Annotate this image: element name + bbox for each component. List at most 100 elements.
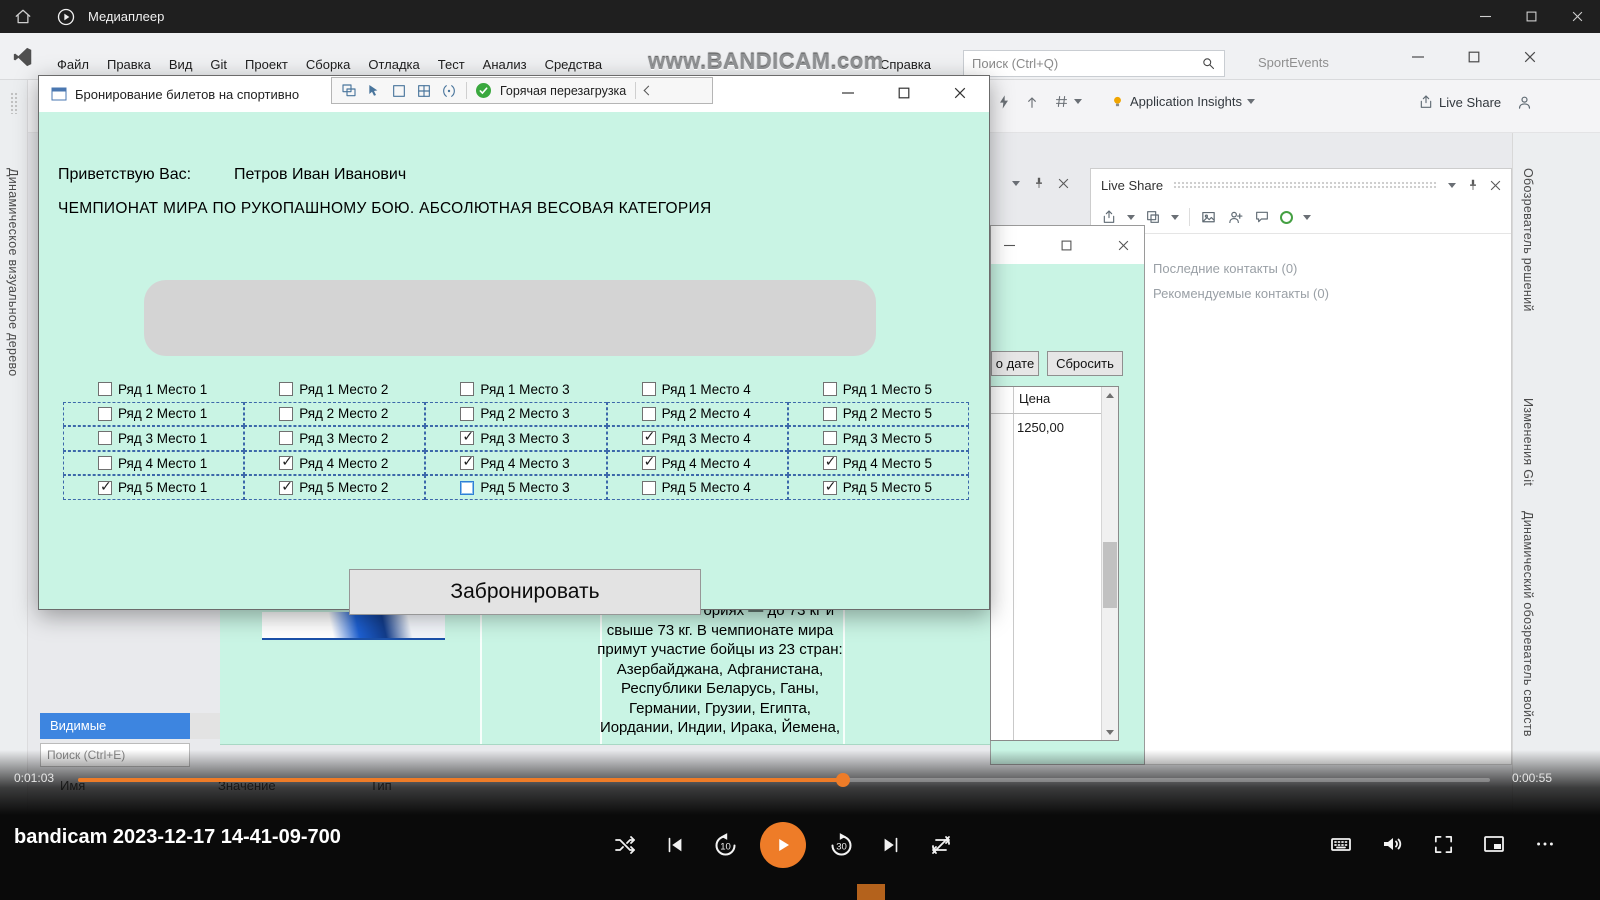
session-status-icon[interactable] <box>1280 210 1293 224</box>
seat-checkbox[interactable] <box>641 480 656 495</box>
progress-handle[interactable] <box>836 773 851 787</box>
volume-button[interactable] <box>1377 829 1407 859</box>
tab-dynamic-visual-tree[interactable]: Динамическое визуальное дерево <box>6 168 20 377</box>
rewind-10-button[interactable]: 10 <box>710 830 740 860</box>
show-ui-debug-icon[interactable] <box>341 83 357 99</box>
seat-checkbox[interactable] <box>822 453 837 471</box>
seat-checkbox[interactable] <box>822 382 837 397</box>
seat-option[interactable]: Ряд 2 Место 2 <box>244 401 426 427</box>
scrollbar-thumb[interactable] <box>1103 542 1117 608</box>
toolbar-up-arrow-icon[interactable] <box>1024 94 1040 110</box>
seat-checkbox[interactable] <box>460 428 475 446</box>
seat-checkbox[interactable] <box>460 382 475 397</box>
binding-failures-icon[interactable] <box>441 83 457 99</box>
scroll-down-button[interactable] <box>1102 724 1118 740</box>
contact-group-item[interactable]: Последние контакты (0) <box>1153 256 1511 281</box>
chevron-down-icon[interactable] <box>1448 182 1456 188</box>
collapse-chevron-icon[interactable] <box>643 85 654 96</box>
seat-checkbox[interactable] <box>279 382 294 397</box>
tab-visible[interactable]: Видимые <box>40 713 190 739</box>
home-button[interactable] <box>0 0 46 33</box>
seat-option[interactable]: Ряд 1 Место 5 <box>788 377 969 402</box>
shuffle-button[interactable] <box>610 830 640 860</box>
seat-option[interactable]: Ряд 4 Место 2 <box>244 450 426 476</box>
chat-icon[interactable] <box>1254 209 1270 225</box>
seat-option[interactable]: Ряд 2 Место 4 <box>606 401 788 427</box>
seat-option[interactable]: Ряд 4 Место 3 <box>425 450 607 476</box>
close-button[interactable] <box>939 79 981 107</box>
seat-checkbox[interactable] <box>822 431 837 446</box>
chevron-down-icon[interactable] <box>1303 214 1311 220</box>
maximize-button[interactable] <box>883 79 925 107</box>
seat-option[interactable]: Ряд 3 Место 4 <box>606 426 788 451</box>
seat-option[interactable]: Ряд 3 Место 5 <box>787 426 969 451</box>
close-button[interactable] <box>1105 232 1141 258</box>
seat-checkbox[interactable] <box>822 406 837 421</box>
price-column-header[interactable]: Цена <box>1019 391 1050 406</box>
seat-checkbox[interactable] <box>98 478 112 495</box>
chevron-down-icon[interactable] <box>1171 214 1179 220</box>
select-element-icon[interactable] <box>366 83 382 99</box>
minimize-button[interactable] <box>991 232 1027 258</box>
seat-option[interactable]: Ряд 5 Место 5 <box>787 475 969 500</box>
maximize-button[interactable] <box>1048 232 1084 258</box>
seat-option[interactable]: Ряд 3 Место 3 <box>425 426 607 451</box>
account-icon[interactable] <box>1516 94 1533 111</box>
seat-checkbox[interactable] <box>279 406 294 421</box>
seat-checkbox[interactable] <box>279 453 294 471</box>
tab-git-changes[interactable]: Изменения Git <box>1521 398 1535 486</box>
seat-option[interactable]: Ряд 2 Место 1 <box>63 401 245 427</box>
chevron-down-icon[interactable] <box>1127 214 1135 220</box>
seat-option[interactable]: Ряд 3 Место 2 <box>244 426 426 451</box>
live-share-button[interactable]: Live Share <box>1418 94 1501 110</box>
vs-search-input[interactable] <box>972 56 1201 71</box>
price-cell[interactable]: 1250,00 <box>1017 420 1064 435</box>
share-session-icon[interactable] <box>1101 209 1117 225</box>
seat-option[interactable]: Ряд 2 Место 3 <box>425 401 607 427</box>
watch-search-box[interactable] <box>40 743 190 767</box>
maximize-button[interactable] <box>1508 0 1554 33</box>
tab-solution-explorer[interactable]: Обозреватель решений <box>1521 168 1535 312</box>
seat-option[interactable]: Ряд 4 Место 5 <box>787 450 969 476</box>
toolbar-lightning-icon[interactable] <box>996 94 1012 110</box>
osd-keyboard-button[interactable] <box>1326 829 1356 859</box>
screen-share-icon[interactable] <box>1200 209 1217 226</box>
toolbar-hash-icon[interactable] <box>1054 94 1082 109</box>
close-icon[interactable] <box>1058 178 1069 189</box>
seat-option[interactable]: Ряд 1 Место 2 <box>244 377 425 402</box>
more-button[interactable] <box>1530 829 1560 859</box>
seat-option[interactable]: Ряд 5 Место 3 <box>425 475 607 500</box>
seat-option[interactable]: Ряд 4 Место 4 <box>606 450 788 476</box>
previous-button[interactable] <box>660 830 690 860</box>
show-layout-icon[interactable] <box>391 83 407 99</box>
seat-checkbox[interactable] <box>641 453 656 471</box>
vs-close-button[interactable] <box>1515 45 1545 69</box>
taskbar-app-fragment[interactable] <box>857 884 885 900</box>
seat-checkbox[interactable] <box>822 478 837 495</box>
pin-icon[interactable] <box>1032 176 1046 190</box>
seat-option[interactable]: Ряд 1 Место 1 <box>63 377 244 402</box>
forward-30-button[interactable]: 30 <box>826 830 856 860</box>
seat-option[interactable]: Ряд 5 Место 2 <box>244 475 426 500</box>
seat-option[interactable]: Ряд 1 Место 3 <box>425 377 606 402</box>
grid-adorners-icon[interactable] <box>416 83 432 99</box>
seat-checkbox[interactable] <box>641 428 656 446</box>
minimize-button[interactable] <box>827 79 869 107</box>
seat-checkbox[interactable] <box>641 382 656 397</box>
seat-checkbox[interactable] <box>460 480 475 495</box>
tab-dynamic-properties[interactable]: Динамический обозреватель свойств <box>1521 511 1535 737</box>
repeat-off-button[interactable] <box>926 830 956 860</box>
contact-group-item[interactable]: Рекомендуемые контакты (0) <box>1153 281 1511 306</box>
seat-option[interactable]: Ряд 5 Место 1 <box>63 475 245 500</box>
scrollbar[interactable] <box>1101 387 1118 740</box>
reset-button[interactable]: Сбросить <box>1047 351 1123 376</box>
progress-track[interactable] <box>78 773 1490 787</box>
sort-by-date-button[interactable]: о дате <box>991 351 1039 376</box>
seat-checkbox[interactable] <box>460 406 475 421</box>
seat-checkbox[interactable] <box>98 406 112 421</box>
vs-search-box[interactable] <box>963 50 1225 77</box>
application-insights-button[interactable]: Application Insights <box>1110 94 1256 109</box>
seat-checkbox[interactable] <box>279 478 294 495</box>
seat-checkbox[interactable] <box>641 406 656 421</box>
share-readonly-icon[interactable] <box>1145 209 1161 225</box>
